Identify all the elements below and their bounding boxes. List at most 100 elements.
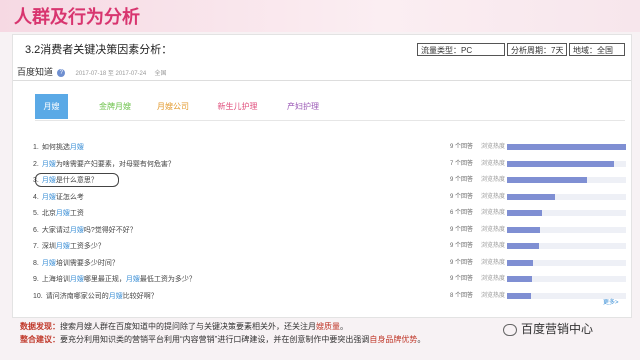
answer-count: 9 个回答: [450, 276, 474, 282]
heat-bar: [507, 160, 614, 167]
question-prefix: 上海培训: [41, 276, 70, 283]
question-keyword: 月嫂: [125, 276, 140, 283]
scope-label: 全国: [154, 71, 167, 77]
suggestion-highlight: 自身品牌优势: [369, 335, 418, 344]
traffic-type-box: 流量类型：PC: [417, 43, 505, 56]
question-prefix: 深圳: [41, 243, 56, 250]
content-panel: 3.2消费者关键决策因素分析： 流量类型：PC 分析周期：7天 地域：全国 百度…: [12, 34, 632, 318]
question-keyword: 月嫂: [69, 226, 84, 234]
suggestion-text: 要充分利用知识类的营销平台利用“内容营销”进行口碑建设，并在创意制作中要突出强调: [60, 335, 370, 344]
question-text[interactable]: 1. 如何挑选月嫂: [33, 141, 84, 154]
heat-label: 浏览热度: [481, 160, 506, 167]
question-keyword: 月嫂: [41, 177, 56, 184]
question-text[interactable]: 6. 大家请过月嫂吗?觉得好不好？: [33, 224, 137, 237]
question-number: 9.: [33, 276, 39, 283]
tab-yuesao[interactable]: 月嫂: [35, 94, 68, 119]
heat-bar: [507, 144, 626, 150]
question-text[interactable]: 5. 北京月嫂工资: [33, 207, 84, 220]
tab-maternal-care[interactable]: 产妇护理: [283, 94, 323, 119]
heat-label: 浏览热度: [481, 144, 506, 150]
question-number: 2.: [33, 160, 39, 168]
heat-label: 浏览热度: [481, 210, 506, 216]
baidu-zhidao-header: 百度知道 ? 2017-07-18 至 2017-07-24 全国: [17, 65, 166, 78]
question-number: 5.: [33, 210, 39, 217]
heat-bar-track: [507, 210, 626, 216]
question-number: 1.: [33, 144, 39, 151]
question-keyword: 月嫂: [55, 210, 70, 217]
question-number: 4.: [33, 193, 39, 201]
heat-bar-track: [507, 193, 626, 200]
question-text[interactable]: 4. 月嫂证怎么考: [33, 191, 84, 204]
question-suffix: 吗?觉得好不好？: [83, 226, 137, 234]
wechat-icon: [503, 323, 517, 336]
question-suffix: 是什么意思？: [55, 177, 98, 184]
baidu-zhidao-brand: 百度知道: [17, 67, 54, 77]
heat-label: 浏览热度: [481, 276, 506, 282]
question-number: 3.: [33, 177, 39, 184]
title-bar: 人群及行为分析: [0, 0, 640, 32]
wechat-watermark: 百度营销中心: [503, 320, 593, 337]
question-number: 6.: [33, 226, 39, 234]
question-suffix: 哪里最正规，: [83, 276, 126, 283]
question-row[interactable]: 1. 如何挑选月嫂 9 个回答 浏览热度: [33, 141, 629, 154]
question-suffix: 比较好啊？: [122, 292, 158, 300]
question-row[interactable]: 5. 北京月嫂工资 6 个回答 浏览热度: [33, 207, 629, 220]
heat-bar-track: [507, 226, 626, 233]
heat-bar: [507, 177, 587, 183]
header-divider: [13, 80, 631, 81]
question-prefix: 大家请过: [41, 226, 70, 234]
section-title: 3.2消费者关键决策因素分析：: [25, 44, 173, 56]
question-keyword: 月嫂: [69, 276, 84, 283]
question-prefix: 请问济南哪家公司的: [45, 292, 109, 300]
question-row[interactable]: 4. 月嫂证怎么考 9 个回答 浏览热度: [33, 191, 629, 204]
finding-text: 搜索月嫂人群在百度知道中的提问除了与关键决策要素相关外，还关注月: [60, 322, 316, 331]
answer-count: 9 个回答: [450, 177, 474, 183]
question-text[interactable]: 10. 请问济南哪家公司的月嫂比较好啊？: [33, 290, 158, 303]
heat-bar: [507, 243, 539, 249]
question-text[interactable]: 7. 深圳月嫂工资多少？: [33, 240, 105, 253]
heat-bar-track: [507, 276, 626, 282]
question-row[interactable]: 9. 上海培训月嫂哪里最正规，月嫂最低工资为多少？ 9 个回答 浏览热度: [33, 273, 629, 286]
heat-bar: [507, 210, 542, 216]
page-title: 人群及行为分析: [14, 7, 140, 27]
heat-bar-track: [507, 160, 626, 167]
question-number: 7.: [33, 243, 39, 250]
question-row[interactable]: 7. 深圳月嫂工资多少？ 9 个回答 浏览热度: [33, 240, 629, 253]
question-row[interactable]: 8. 月嫂培训需要多少时间？ 9 个回答 浏览热度: [33, 257, 629, 270]
heat-label: 浏览热度: [481, 193, 506, 200]
answer-count: 7 个回答: [450, 160, 474, 167]
info-icon[interactable]: ?: [57, 68, 66, 77]
answer-count: 9 个回答: [450, 193, 474, 200]
question-row[interactable]: 6. 大家请过月嫂吗?觉得好不好？ 9 个回答 浏览热度: [33, 224, 629, 237]
more-link[interactable]: 更多>: [603, 297, 619, 306]
heat-label: 浏览热度: [481, 177, 506, 183]
question-row[interactable]: 2. 月嫂为啥需要产妇要素，对母婴有何危害？ 7 个回答 浏览热度: [33, 158, 629, 171]
heat-label: 浏览热度: [481, 243, 506, 249]
question-text[interactable]: 8. 月嫂培训需要多少时间？: [33, 257, 119, 270]
heat-bar: [507, 226, 540, 233]
question-text[interactable]: 2. 月嫂为啥需要产妇要素，对母婴有何危害？: [33, 158, 175, 171]
question-keyword: 月嫂: [108, 292, 123, 300]
question-row[interactable]: 10. 请问济南哪家公司的月嫂比较好啊？ 8 个回答 浏览热度: [33, 290, 629, 303]
question-keyword: 月嫂: [55, 243, 70, 250]
tab-yuesao-company[interactable]: 月嫂公司: [153, 94, 193, 119]
tab-newborn-care[interactable]: 新生儿护理: [215, 94, 260, 119]
finding-label: 数据发现：: [20, 322, 60, 331]
suggestion-label: 整合建议：: [20, 335, 60, 344]
question-text[interactable]: 3. 月嫂是什么意思？: [33, 174, 98, 187]
question-keyword: 月嫂: [41, 259, 56, 267]
question-suffix: 为啥需要产妇要素，对母婴有何危害？: [55, 160, 175, 168]
question-text[interactable]: 9. 上海培训月嫂哪里最正规，月嫂最低工资为多少？: [33, 273, 196, 286]
answer-count: 9 个回答: [450, 259, 474, 266]
question-keyword: 月嫂: [41, 193, 56, 201]
finding-highlight: 嫂质量: [316, 322, 340, 331]
question-suffix: 工资多少？: [69, 243, 105, 250]
question-row[interactable]: 3. 月嫂是什么意思？ 9 个回答 浏览热度: [33, 174, 629, 187]
question-keyword: 月嫂: [41, 160, 56, 168]
question-suffix: 工资: [69, 210, 84, 217]
heat-label: 浏览热度: [481, 226, 506, 233]
answer-count: 6 个回答: [450, 210, 474, 216]
question-number: 8.: [33, 259, 39, 267]
tab-jinpai-yuesao[interactable]: 金牌月嫂: [95, 94, 135, 119]
question-number: 10.: [33, 292, 43, 300]
